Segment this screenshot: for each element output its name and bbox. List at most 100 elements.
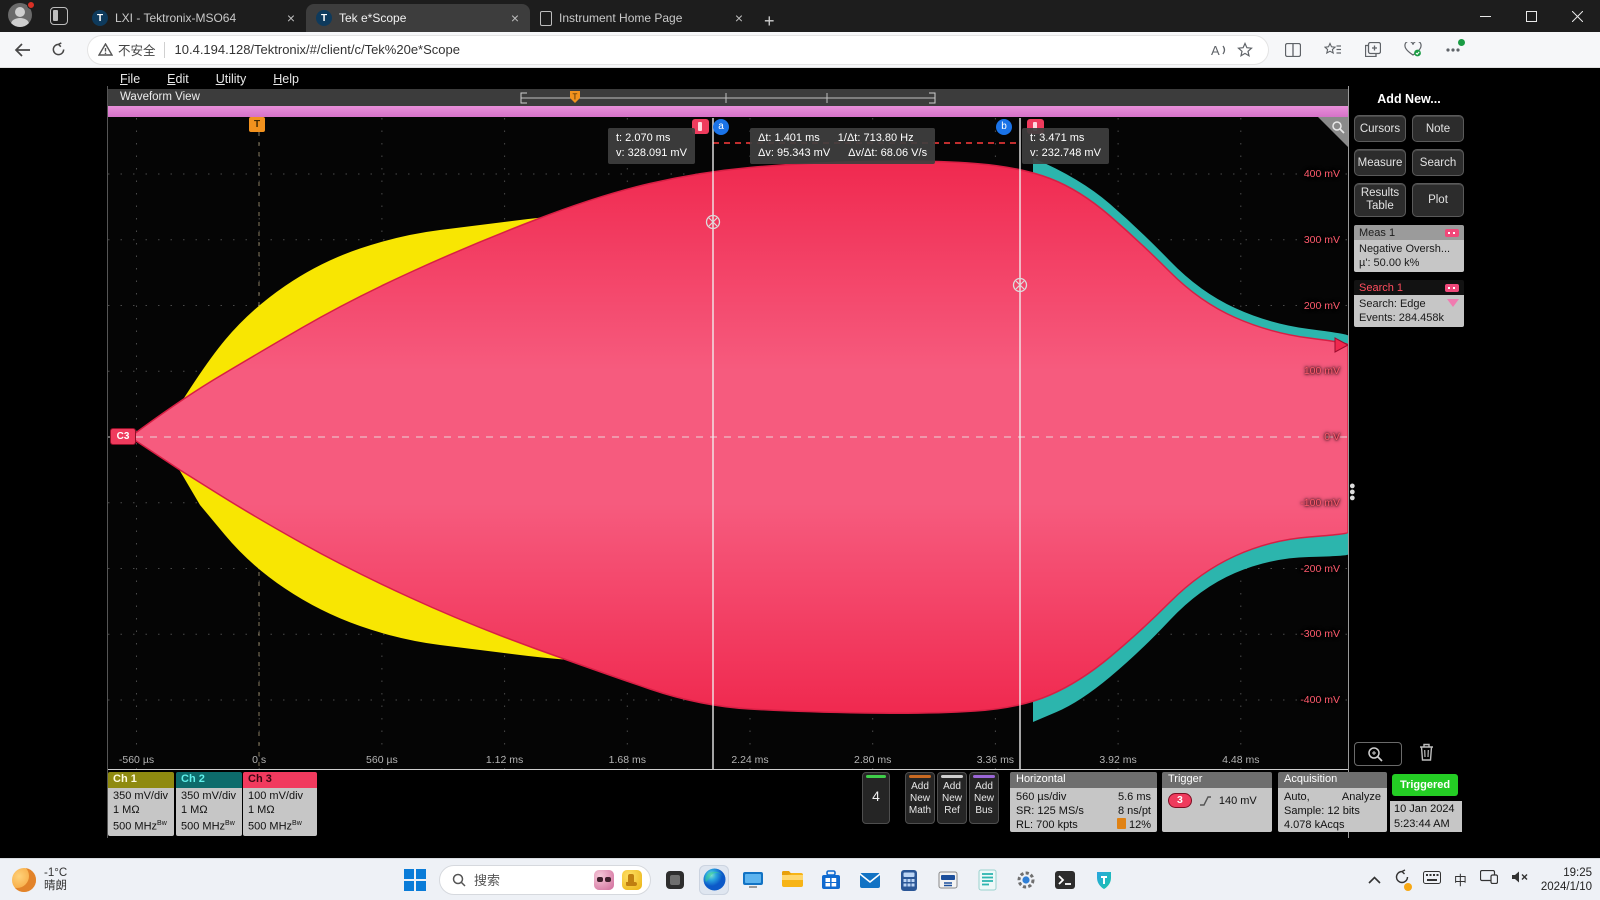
scope-menubar: File Edit Utility Help (108, 68, 299, 89)
window-controls (1462, 0, 1600, 32)
tray-keyboard-icon[interactable] (1423, 871, 1441, 889)
waveform-view-title: Waveform View (120, 91, 200, 103)
results-table-button[interactable]: Results Table (1354, 183, 1406, 217)
app-store[interactable] (816, 865, 846, 895)
app-edge[interactable] (699, 865, 729, 895)
cursor-b-badge[interactable]: b (996, 119, 1012, 135)
maximize-button[interactable] (1508, 0, 1554, 32)
url-text[interactable]: 10.4.194.128/Tektronix/#/client/c/Tek%20… (175, 42, 1206, 57)
favorites-icon[interactable] (1320, 37, 1346, 63)
security-label[interactable]: 不安全 (118, 40, 156, 59)
trigger-panel[interactable]: Trigger 3 140 mV (1162, 772, 1272, 832)
cursors-button[interactable]: Cursors (1354, 115, 1406, 142)
note-button[interactable]: Note (1412, 115, 1464, 142)
tray-update-icon[interactable] (1394, 869, 1410, 890)
channel1-scale: 350 mV/div (113, 789, 169, 803)
back-icon[interactable] (8, 36, 36, 64)
add-new-math-button[interactable]: AddNewMath (905, 772, 935, 824)
browser-essentials-icon[interactable] (1400, 37, 1426, 63)
add-new-bus-button[interactable]: AddNewBus (969, 772, 999, 824)
results-bar: Add New... Cursors Note Measure Search R… (1354, 86, 1464, 838)
tab-actions-icon[interactable] (50, 7, 68, 25)
cursor-a-readout[interactable]: t: 2.070 ms v: 328.091 mV (608, 128, 695, 164)
refresh-icon[interactable] (44, 36, 72, 64)
time-tick-label: -560 µs (119, 754, 154, 766)
start-button[interactable] (400, 865, 430, 895)
channel2-badge[interactable]: Ch 2 350 mV/div 1 MΩ 500 MHzBw (176, 772, 242, 836)
scope-app: File Edit Utility Help Waveform View T ●… (0, 68, 1600, 858)
tab-lxi[interactable]: T LXI - Tektronix-MSO64 × (82, 4, 306, 32)
ime-indicator[interactable]: 中 (1454, 870, 1467, 889)
profile-avatar[interactable] (8, 3, 34, 29)
search1-events: Events: 284.458k (1359, 311, 1459, 325)
tab-escope[interactable]: T Tek e*Scope × (306, 4, 530, 32)
channel1-badge[interactable]: Ch 1 350 mV/div 1 MΩ 500 MHzBw (108, 772, 174, 836)
tab-close-icon[interactable]: × (284, 10, 298, 26)
trash-icon[interactable] (1418, 742, 1435, 766)
channel3-badge[interactable]: Ch 3 100 mV/div 1 MΩ 500 MHzBw (243, 772, 317, 836)
collections-icon[interactable] (1360, 37, 1386, 63)
waveform-graticule[interactable]: T a b t: 2.070 ms v: 328.091 mV Δt: 1.40… (108, 106, 1348, 770)
channel4-button[interactable]: 4 (862, 772, 890, 824)
acq-analyze: Analyze (1342, 790, 1381, 804)
new-tab-button[interactable]: + (764, 11, 775, 32)
trigger-position-badge[interactable]: T (249, 117, 265, 132)
favorite-star-icon[interactable] (1232, 37, 1258, 63)
add-new-ref-button[interactable]: AddNewRef (937, 772, 967, 824)
tray-expand-icon[interactable] (1368, 871, 1381, 889)
address-bar[interactable]: 不安全 10.4.194.128/Tektronix/#/client/c/Te… (88, 36, 1268, 64)
tab-strip: T LXI - Tektronix-MSO64 × T Tek e*Scope … (82, 0, 775, 32)
not-secure-icon (98, 43, 113, 56)
acq-sample: Sample: 12 bits (1284, 804, 1381, 818)
measure-button[interactable]: Measure (1354, 149, 1406, 176)
tab-close-icon[interactable]: × (508, 10, 522, 26)
volt-tick-label: 200 mV (1304, 300, 1340, 312)
app-widgets[interactable] (660, 865, 690, 895)
tray-mute-icon[interactable] (1511, 870, 1528, 889)
horizontal-panel[interactable]: Horizontal 560 µs/div5.6 ms SR: 125 MS/s… (1010, 772, 1157, 832)
app-calculator[interactable] (894, 865, 924, 895)
menu-help[interactable]: Help (273, 72, 299, 86)
acquisition-position-ruler[interactable]: T (518, 90, 938, 105)
plot-button[interactable]: Plot (1412, 183, 1464, 217)
waveform-view-tab[interactable]: Waveform View T (108, 89, 1348, 106)
scope-time: 5:23:44 AM (1394, 817, 1458, 832)
zoom-mode-button[interactable] (1354, 742, 1402, 766)
search-button[interactable]: Search (1412, 149, 1464, 176)
tab-instrument-home[interactable]: Instrument Home Page × (530, 4, 754, 32)
taskbar-clock[interactable]: 19:25 2024/1/10 (1541, 866, 1592, 894)
search-marks-bar (108, 106, 1348, 117)
app-file-explorer[interactable] (777, 865, 807, 895)
meas1-badge[interactable]: Meas 1 Negative Oversh... µ': 50.00 k% (1354, 225, 1464, 272)
settings-menu-icon[interactable] (1440, 37, 1466, 63)
app-mail[interactable] (855, 865, 885, 895)
search1-badge[interactable]: Search 1 Search: Edge Events: 284.458k (1354, 280, 1464, 327)
split-screen-icon[interactable] (1280, 37, 1306, 63)
app-terminal[interactable] (1050, 865, 1080, 895)
menu-edit[interactable]: Edit (167, 72, 189, 86)
cursor-b-readout[interactable]: t: 3.471 ms v: 232.748 mV (1022, 128, 1109, 164)
app-notepad[interactable] (972, 865, 1002, 895)
app-teams[interactable] (1089, 865, 1119, 895)
windows-logo-icon (404, 869, 426, 891)
app-monitor[interactable] (738, 865, 768, 895)
minimize-button[interactable] (1462, 0, 1508, 32)
cursor-delta-readout[interactable]: Δt: 1.401 ms1/Δt: 713.80 Hz Δv: 95.343 m… (750, 128, 935, 164)
app-print-queue[interactable] (933, 865, 963, 895)
menu-file[interactable]: File (120, 72, 140, 86)
acquisition-panel[interactable]: Acquisition Auto,Analyze Sample: 12 bits… (1278, 772, 1387, 832)
read-aloud-icon[interactable]: A (1206, 37, 1232, 63)
acq-mode: Auto, (1284, 790, 1310, 804)
weather-widget[interactable]: -1°C晴朗 (12, 867, 132, 893)
cursor-a-badge[interactable]: a (713, 119, 729, 135)
tektronix-favicon-icon: T (316, 10, 332, 26)
menu-utility[interactable]: Utility (216, 72, 247, 86)
tab-close-icon[interactable]: × (732, 10, 746, 26)
close-button[interactable] (1554, 0, 1600, 32)
app-settings[interactable] (1011, 865, 1041, 895)
time-tick-label: 3.92 ms (1099, 754, 1136, 766)
taskbar-search[interactable]: 搜索 (439, 865, 651, 895)
volt-tick-label: -400 mV (1300, 694, 1340, 706)
channel3-position-badge[interactable]: C3 (110, 428, 136, 445)
tray-cast-icon[interactable] (1480, 870, 1498, 889)
